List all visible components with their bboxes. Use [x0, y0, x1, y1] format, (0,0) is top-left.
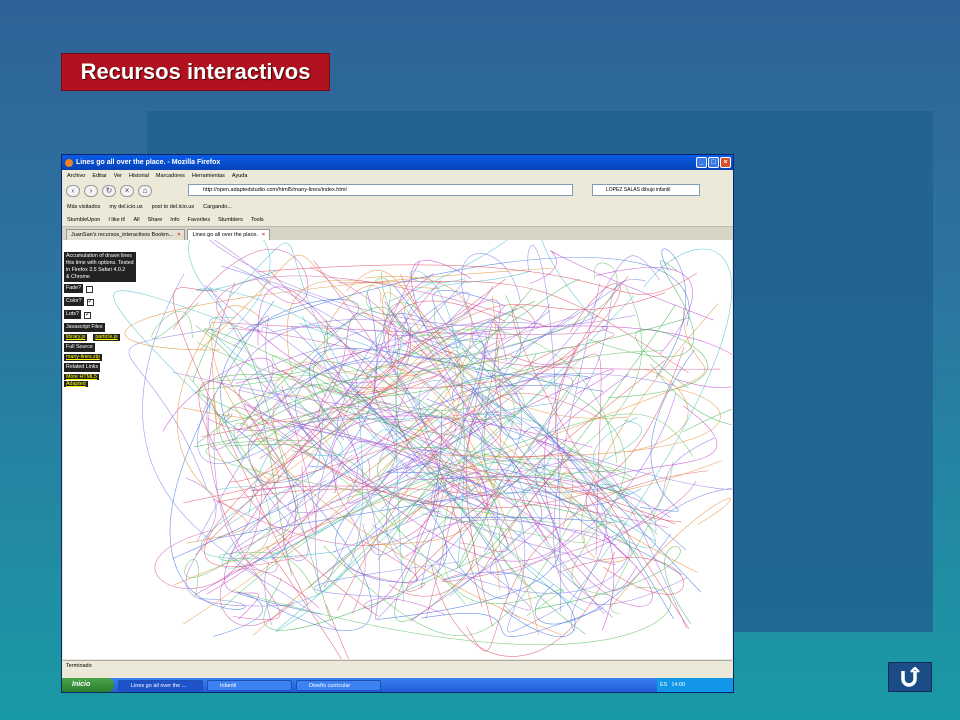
drawn-line	[529, 250, 714, 321]
return-button[interactable]	[888, 662, 932, 692]
forward-icon[interactable]: ›	[84, 184, 98, 197]
drawn-line	[381, 272, 483, 470]
menu-ver[interactable]: Ver	[114, 173, 122, 179]
tab-bookmarks[interactable]: JuanSan's recursos_interactivos Bookm...…	[66, 229, 186, 240]
stumblers-button[interactable]: Stumblers	[218, 217, 243, 223]
drawn-line	[323, 503, 582, 636]
drawn-line	[184, 528, 273, 598]
particle-js-link[interactable]: particle.js	[93, 334, 120, 341]
bookmark-item[interactable]: Más visitados	[67, 204, 100, 210]
drawn-line	[162, 357, 274, 434]
tab-label: JuanSan's recursos_interactivos Bookm...	[71, 232, 174, 238]
info-button[interactable]: Info	[170, 217, 179, 223]
drawn-line	[232, 265, 565, 633]
drawn-line	[432, 290, 702, 593]
stumbleupon-toolbar: StumbleUpon I like it! All Share Info Fa…	[62, 213, 733, 227]
drawn-line	[608, 329, 708, 399]
tab-strip: JuanSan's recursos_interactivos Bookm...…	[62, 227, 733, 240]
tab-label: Lines go all over the place.	[192, 232, 258, 238]
options-sidebar: Accumulation of drawn lines this time wi…	[64, 252, 144, 388]
maximize-button[interactable]: □	[708, 157, 719, 168]
all-dropdown[interactable]: All	[133, 217, 139, 223]
option-color: Color? ✓	[64, 297, 94, 306]
browser-titlebar: Lines go all over the place. - Mozilla F…	[62, 155, 733, 170]
search-input[interactable]: LOPEZ SALAS dibujo infantil	[592, 184, 700, 196]
language-indicator[interactable]: ES	[660, 682, 667, 688]
drawn-line	[209, 285, 556, 502]
lines-drawing-canvas[interactable]	[63, 240, 732, 659]
close-tab-icon[interactable]: ×	[262, 230, 265, 240]
drawn-line	[610, 461, 673, 614]
stop-icon[interactable]: ×	[120, 184, 134, 197]
bookmarks-bar: Más visitados my del.icio.us post to del…	[62, 200, 733, 213]
slide-title: Recursos interactivos	[61, 53, 330, 91]
drawn-line	[142, 273, 263, 582]
stumble-button[interactable]: StumbleUpon	[67, 217, 100, 223]
option-fade: Fade?	[64, 284, 144, 295]
back-icon[interactable]: ‹	[66, 184, 80, 197]
menu-historial[interactable]: Historial	[129, 173, 149, 179]
lots-checkbox[interactable]: ✓	[83, 312, 91, 319]
clock: 14:00	[671, 682, 686, 688]
drawn-line	[228, 327, 502, 456]
drawn-line	[640, 349, 695, 512]
drawn-line	[209, 240, 636, 328]
drawn-line	[198, 380, 379, 617]
close-button[interactable]: ×	[720, 157, 731, 168]
drawn-line	[213, 429, 278, 573]
page-content: Accumulation of drawn lines this time wi…	[63, 240, 732, 659]
system-tray: ES 14:00	[657, 678, 733, 692]
tab-lines[interactable]: Lines go all over the place. ×	[187, 229, 271, 240]
bookmark-item[interactable]: my del.icio.us	[109, 204, 142, 210]
menu-bar: Archivo Editar Ver Historial Marcadores …	[62, 170, 733, 181]
firefox-icon	[65, 158, 73, 167]
menu-herramientas[interactable]: Herramientas	[192, 173, 225, 179]
browser-window: Lines go all over the place. - Mozilla F…	[61, 154, 734, 693]
more-html5-link[interactable]: More HTML5	[64, 374, 99, 380]
source-zip-link[interactable]: many-lines.zip	[64, 354, 102, 361]
menu-marcadores[interactable]: Marcadores	[156, 173, 185, 179]
drawn-line	[154, 491, 263, 589]
like-button[interactable]: I like it!	[108, 217, 125, 223]
intro-text: Accumulation of drawn lines this time wi…	[64, 252, 136, 282]
option-lots: Lots? ✓	[64, 310, 91, 319]
tools-button[interactable]: Tools	[251, 217, 264, 223]
status-bar: Terminado	[63, 660, 732, 671]
fade-checkbox[interactable]	[86, 286, 94, 293]
bookmark-item[interactable]: post to del.icio.us	[152, 204, 195, 210]
menu-editar[interactable]: Editar	[92, 173, 106, 179]
source-heading: Full Source	[64, 343, 95, 352]
start-button[interactable]: Inicio	[62, 678, 114, 692]
bookmark-item[interactable]: Cargando...	[203, 204, 232, 210]
url-input[interactable]: http://open.adaptedstudio.com/html5/many…	[188, 184, 573, 196]
adapted-link[interactable]: Adapted	[64, 381, 88, 387]
drawn-line	[197, 379, 466, 605]
taskbar-item[interactable]: Diseño curricular	[296, 679, 381, 691]
drawn-line	[650, 363, 732, 433]
taskbar-item[interactable]: Lines go all over the ...	[118, 679, 203, 691]
drawn-line	[314, 561, 460, 598]
menu-archivo[interactable]: Archivo	[67, 173, 85, 179]
close-tab-icon[interactable]: ×	[177, 230, 180, 240]
drawn-line	[535, 440, 615, 631]
home-icon[interactable]: ⌂	[138, 184, 152, 197]
favorites-button[interactable]: Favorites	[187, 217, 210, 223]
taskbar-item[interactable]: Infantil	[207, 679, 292, 691]
library-js-link[interactable]: library.js	[64, 334, 88, 341]
drawn-line	[655, 248, 686, 378]
js-files-heading: Javascript Files	[64, 323, 105, 332]
navigation-toolbar: ‹ › ↻ × ⌂ http://open.adaptedstudio.com/…	[62, 181, 733, 200]
related-heading: Related Links	[64, 363, 101, 372]
color-checkbox[interactable]: ✓	[86, 299, 94, 306]
return-arrow-icon	[901, 667, 920, 687]
window-title: Lines go all over the place. - Mozilla F…	[76, 159, 221, 166]
share-button[interactable]: Share	[148, 217, 163, 223]
reload-icon[interactable]: ↻	[102, 184, 116, 197]
menu-ayuda[interactable]: Ayuda	[232, 173, 248, 179]
windows-taskbar: Inicio Lines go all over the ... Infanti…	[62, 678, 733, 692]
drawn-line	[566, 248, 732, 606]
minimize-button[interactable]: _	[696, 157, 707, 168]
